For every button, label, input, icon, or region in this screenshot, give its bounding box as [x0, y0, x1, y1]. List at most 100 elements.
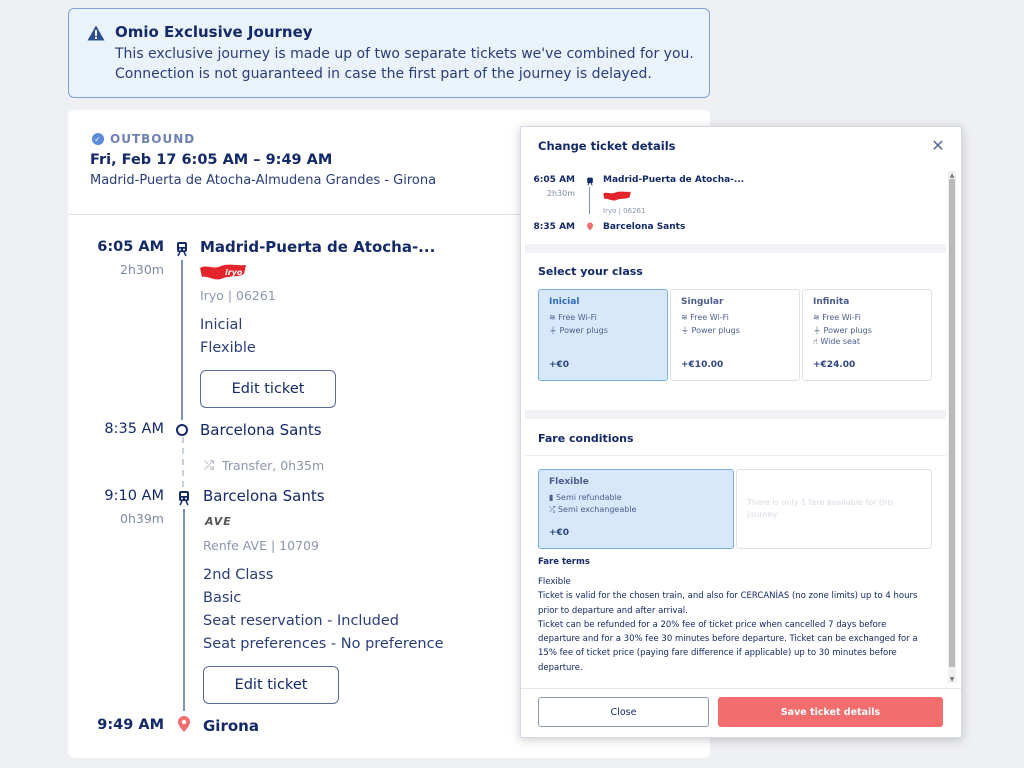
single-fare-notice: There is only 1 fare available for this … [747, 498, 894, 519]
ticket-summary: 6:05 AM 2h30m Madrid-Puerta de Atocha-..… [525, 164, 946, 244]
fare-terms-line: 15% fee of ticket price (paying fare dif… [538, 648, 897, 659]
plug-icon: ⏚ [813, 326, 821, 335]
feature-exchangeable: ⤮ Semi exchangeable [549, 505, 637, 514]
summary-departure-station: Madrid-Puerta de Atocha-... [603, 175, 745, 185]
fare-terms-line: Ticket is valid for the chosen train, an… [538, 591, 918, 602]
outbound-text: OUTBOUND [110, 132, 196, 146]
arrival-time: 8:35 AM [104, 421, 164, 437]
banner-title: Omio Exclusive Journey [115, 23, 313, 41]
train-icon [179, 491, 189, 506]
class-name: Inicial [549, 297, 580, 307]
journey-datetime: Fri, Feb 17 6:05 AM – 9:49 AM [90, 152, 333, 168]
train-icon [587, 177, 593, 186]
modal-title: Change ticket details [538, 139, 676, 153]
edit-ticket-button[interactable]: Edit ticket [200, 370, 336, 408]
close-icon[interactable]: ✕ [929, 136, 947, 155]
summary-duration: 2h30m [546, 189, 575, 198]
shuffle-icon: ⤮ [549, 505, 556, 514]
seat-icon: ⑁ [813, 337, 818, 346]
location-pin-icon [587, 222, 593, 231]
summary-departure-time: 6:05 AM [533, 175, 575, 185]
fare-terms-line: departure. [538, 662, 583, 673]
feature-wifi: ≋ Free Wi-Fi [813, 313, 861, 322]
fare-heading: Fare conditions [538, 432, 634, 445]
banner-text-line: Connection is not guaranteed in case the… [115, 66, 652, 82]
ticket-fare: Basic [203, 590, 242, 606]
arrival-station: Girona [203, 717, 259, 735]
location-pin-icon [178, 716, 190, 732]
fare-terms-line: departure and for a 30% fee 30 minutes b… [538, 634, 918, 645]
shuffle-icon: ⤮ [204, 457, 215, 472]
departure-time: 9:10 AM [104, 488, 164, 504]
class-option-infinita[interactable]: Infinita ≋ Free Wi-Fi ⏚ Power plugs ⑁ Wi… [802, 289, 932, 381]
plug-icon: ⏚ [681, 326, 689, 335]
seat-reservation: Seat reservation - Included [203, 613, 399, 629]
class-selection-section: Select your class Inicial ≋ Free Wi-Fi ⏚… [525, 253, 946, 410]
fare-terms-line: prior to departure and after arrival. [538, 605, 688, 616]
outbound-label: ✓ OUTBOUND [92, 132, 195, 146]
stop-circle-icon [176, 424, 188, 436]
receipt-icon: ▮ [549, 493, 554, 502]
ticket-fare: Flexible [200, 340, 256, 356]
fare-terms-line: Ticket can be refunded for a 20% fee of … [538, 619, 887, 630]
scroll-up-arrow-icon[interactable]: ▲ [948, 171, 956, 179]
seat-preferences: Seat preferences - No preference [203, 636, 444, 652]
summary-operator: Iryo | 06261 [603, 207, 646, 215]
class-name: Infinita [813, 297, 850, 307]
feature-wide-seat: ⑁ Wide seat [813, 337, 860, 346]
timeline-line [183, 509, 185, 711]
feature-wifi: ≋ Free Wi-Fi [681, 313, 729, 322]
modal-scroll-area[interactable]: 6:05 AM 2h30m Madrid-Puerta de Atocha-..… [525, 164, 946, 686]
scrollbar-thumb[interactable] [949, 179, 955, 667]
class-price: +€24.00 [813, 360, 856, 370]
class-option-singular[interactable]: Singular ≋ Free Wi-Fi ⏚ Power plugs +€10… [670, 289, 800, 381]
class-option-inicial[interactable]: Inicial ≋ Free Wi-Fi ⏚ Power plugs +€0 [538, 289, 668, 381]
save-ticket-details-button[interactable]: Save ticket details [718, 697, 943, 727]
arrival-station: Barcelona Sants [200, 421, 322, 439]
operator-info: Renfe AVE | 10709 [203, 538, 319, 553]
transfer-line [182, 437, 184, 487]
class-heading: Select your class [538, 265, 643, 278]
departure-time: 6:05 AM [97, 239, 164, 255]
ave-logo: AVE [205, 515, 232, 528]
close-button[interactable]: Close [538, 697, 709, 727]
fare-price: +€0 [549, 528, 570, 538]
wifi-icon: ≋ [813, 313, 820, 322]
summary-arrival-station: Barcelona Sants [603, 222, 686, 232]
train-icon [177, 242, 187, 257]
leg-duration: 2h30m [120, 262, 164, 277]
banner-text-line: This exclusive journey is made up of two… [115, 46, 694, 62]
fare-terms-text: Flexible Ticket is valid for the chosen … [538, 575, 938, 675]
exclusive-journey-banner: Omio Exclusive Journey This exclusive jo… [68, 8, 710, 98]
ticket-class: Inicial [200, 317, 243, 333]
warning-icon [87, 25, 105, 41]
transfer-text: Transfer, 0h35m [222, 457, 325, 473]
wifi-icon: ≋ [549, 313, 556, 322]
timeline-line [589, 187, 590, 214]
leg-duration: 0h39m [120, 511, 164, 526]
fare-option-flexible[interactable]: Flexible ▮ Semi refundable ⤮ Semi exchan… [538, 469, 734, 549]
edit-ticket-button[interactable]: Edit ticket [203, 666, 339, 704]
class-name: Singular [681, 297, 724, 307]
departure-station: Barcelona Sants [203, 487, 325, 505]
fare-terms-line: Flexible [538, 577, 571, 587]
feature-power: ⏚ Power plugs [549, 326, 608, 335]
departure-station: Madrid-Puerta de Atocha-... [200, 238, 436, 256]
feature-refundable: ▮ Semi refundable [549, 493, 622, 502]
check-circle-icon: ✓ [92, 133, 104, 145]
class-price: +€0 [549, 360, 570, 370]
feature-power: ⏚ Power plugs [681, 326, 740, 335]
fare-name: Flexible [549, 477, 589, 487]
ticket-class: 2nd Class [203, 567, 274, 583]
fare-conditions-section: Fare conditions Flexible ▮ Semi refundab… [525, 419, 946, 686]
fare-terms-heading: Fare terms [538, 557, 590, 567]
iryo-logo [603, 191, 631, 201]
journey-route: Madrid-Puerta de Atocha-Almudena Grandes… [90, 173, 437, 188]
plug-icon: ⏚ [549, 326, 557, 335]
summary-arrival-time: 8:35 AM [533, 222, 575, 232]
scroll-down-arrow-icon[interactable]: ▼ [948, 675, 956, 683]
iryo-logo: iryo [200, 264, 246, 280]
feature-power: ⏚ Power plugs [813, 326, 872, 335]
svg-text:iryo: iryo [225, 268, 243, 277]
timeline-line [181, 260, 183, 420]
